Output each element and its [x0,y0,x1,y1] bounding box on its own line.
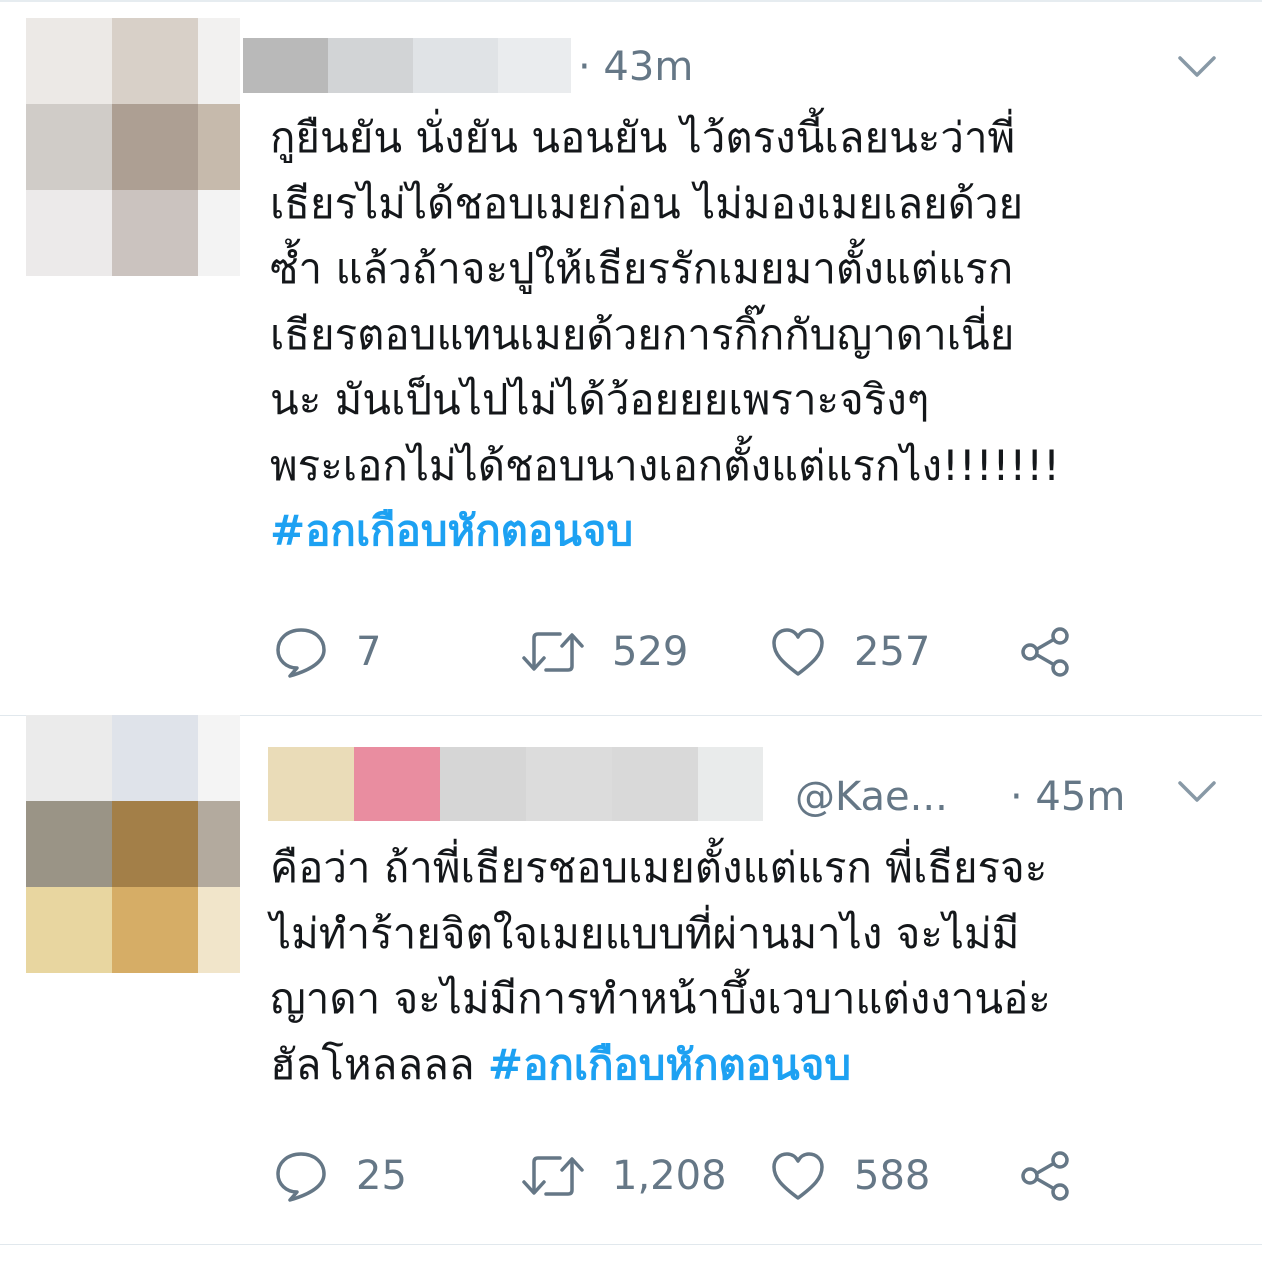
chevron-down-icon[interactable] [1177,780,1217,804]
tweet[interactable]: @Kae... · 45m คือว่า ถ้าพี่เธียรชอบเมยตั… [0,715,1262,1245]
share-button[interactable] [1018,1146,1074,1206]
avatar-pixelated[interactable] [26,715,240,975]
tweet-actions: 7 529 257 [270,622,1170,682]
like-count: 588 [854,1153,931,1199]
retweet-arrows-icon [522,632,584,672]
share-nodes-icon [1021,1151,1069,1201]
chevron-down-icon[interactable] [1177,55,1217,79]
tweet-time[interactable]: · 45m [1010,777,1125,817]
speech-bubble-icon [276,1152,326,1202]
display-name-blurred[interactable] [268,747,763,821]
retweet-button[interactable]: 529 [522,622,688,682]
reply-count: 25 [356,1153,407,1199]
tweet-time[interactable]: · 43m [578,47,693,87]
tweet[interactable]: · 43m กูยืนยัน นั่งยัน นอนยัน ไว้ตรงนี้เ… [0,0,1262,715]
avatar-pixelated[interactable] [26,18,240,278]
tweet-divider [0,1244,1262,1245]
retweet-button[interactable]: 1,208 [522,1146,727,1206]
hashtag-link[interactable]: #อกเกือบหักตอนจบ [488,1040,851,1089]
share-nodes-icon [1021,627,1069,677]
heart-icon [772,628,824,676]
like-button[interactable]: 257 [770,622,930,682]
speech-bubble-icon [276,628,326,678]
retweet-count: 1,208 [612,1153,727,1199]
tweet-body: กูยืนยัน นั่งยัน นอนยัน ไว้ตรงนี้เลยนะว่… [270,113,1060,490]
reply-count: 7 [356,629,382,675]
reply-button[interactable]: 7 [274,622,381,682]
heart-icon [772,1152,824,1200]
like-count: 257 [854,629,931,675]
tweet-text: คือว่า ถ้าพี่เธียรชอบเมยตั้งแต่แรก พี่เธ… [270,835,1230,1097]
tweet-text: กูยืนยัน นั่งยัน นอนยัน ไว้ตรงนี้เลยนะว่… [270,105,1230,564]
display-name-blurred[interactable] [243,38,571,93]
retweet-count: 529 [612,629,689,675]
like-button[interactable]: 588 [770,1146,930,1206]
reply-button[interactable]: 25 [274,1146,407,1206]
share-button[interactable] [1018,622,1074,682]
hashtag-link[interactable]: #อกเกือบหักตอนจบ [270,506,633,555]
user-handle[interactable]: @Kae... [795,777,948,817]
retweet-arrows-icon [522,1156,584,1196]
tweet-actions: 25 1,208 588 [270,1146,1170,1206]
